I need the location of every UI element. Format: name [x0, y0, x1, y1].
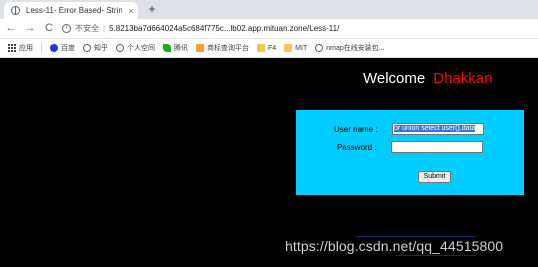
- address-separator: |: [103, 23, 106, 33]
- globe-icon: [315, 44, 324, 52]
- new-tab-button[interactable]: +: [146, 3, 158, 15]
- bookmark-f4[interactable]: F4: [257, 44, 276, 52]
- globe-icon: [116, 44, 124, 52]
- bookmark-apps[interactable]: 应用: [19, 43, 33, 53]
- globe-icon: [11, 6, 20, 15]
- username-display: Dhakkan: [433, 70, 493, 87]
- bookmark-mit[interactable]: MIT: [284, 44, 307, 52]
- divider: [356, 236, 476, 237]
- paw-icon: [50, 44, 58, 52]
- apps-icon[interactable]: [8, 44, 16, 52]
- leaf-icon: [163, 44, 171, 52]
- tab-active[interactable]: Less-11- Error Based- String ×: [4, 2, 138, 19]
- bookmark-label: 商标查询平台: [207, 45, 249, 52]
- welcome-text: Welcome: [363, 70, 426, 87]
- address-bar[interactable]: i 不安全 | 5.8213ba7d664024a5c684f775c...lb…: [62, 21, 532, 35]
- folder-icon: [284, 44, 293, 52]
- bookmark-tencent[interactable]: 腾讯: [163, 43, 188, 53]
- bookmark-label: F4: [268, 44, 277, 52]
- globe-icon: [83, 44, 91, 52]
- bookmarks-bar: 应用 百度 知乎 个人空间 腾讯 商标查询平台 F4 MIT nmap在线安装包…: [0, 39, 538, 58]
- reload-button[interactable]: C: [42, 21, 56, 35]
- bookmark-label: 应用: [19, 45, 33, 52]
- browser-toolbar: ← → C i 不安全 | 5.8213ba7d664024a5c684f775…: [0, 19, 538, 39]
- tab-strip: Less-11- Error Based- String × +: [0, 0, 538, 19]
- bookmark-personal-space[interactable]: 个人空间: [116, 43, 155, 53]
- username-field[interactable]: or union select user(),data: [392, 123, 484, 135]
- bookmark-label: MIT: [295, 44, 308, 52]
- bookmark-nmap[interactable]: nmap在线安装包...: [315, 43, 385, 53]
- info-icon[interactable]: i: [62, 23, 71, 33]
- watermark: https://blog.csdn.net/qq_44515800: [285, 238, 504, 254]
- bookmark-label: nmap在线安装包...: [326, 45, 385, 52]
- bookmark-trademark[interactable]: 商标查询平台: [196, 43, 249, 53]
- password-label: Password :: [337, 143, 377, 152]
- tab-title: Less-11- Error Based- String: [26, 6, 122, 15]
- password-field[interactable]: [391, 141, 483, 153]
- doc-icon: [196, 44, 204, 52]
- welcome-heading: Welcome Dhakkan: [363, 70, 492, 87]
- folder-icon: [257, 44, 265, 52]
- close-icon[interactable]: ×: [126, 6, 136, 16]
- bookmark-label: 个人空间: [127, 45, 155, 52]
- username-value: or union select user(),data: [394, 125, 476, 132]
- security-label: 不安全: [75, 23, 99, 33]
- bookmark-label: 百度: [61, 45, 75, 52]
- login-form: User name : or union select user(),data …: [296, 110, 524, 195]
- submit-button[interactable]: Submit: [418, 171, 451, 183]
- bookmark-baidu[interactable]: 百度: [50, 43, 75, 53]
- url-text[interactable]: 5.8213ba7d664024a5c684f775c...lb02.app.m…: [109, 24, 339, 33]
- bookmark-label: 知乎: [94, 45, 108, 52]
- forward-button[interactable]: →: [23, 21, 37, 35]
- divider: [41, 43, 42, 53]
- bookmark-zhihu[interactable]: 知乎: [83, 43, 108, 53]
- divider: [396, 255, 476, 256]
- bookmark-label: 腾讯: [174, 45, 188, 52]
- back-button[interactable]: ←: [4, 21, 18, 35]
- username-label: User name :: [334, 125, 378, 134]
